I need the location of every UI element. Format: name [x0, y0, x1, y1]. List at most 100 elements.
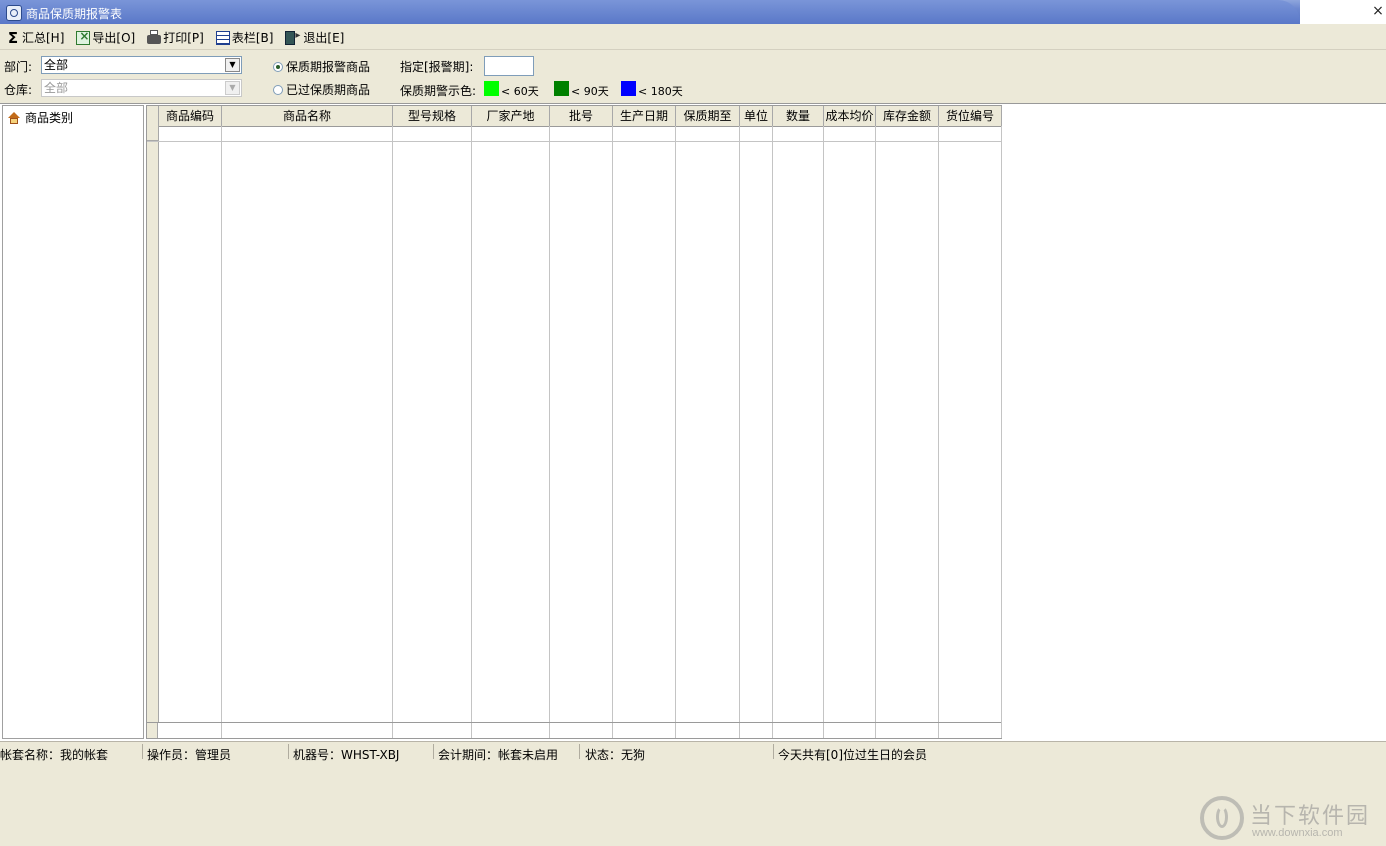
column-header[interactable]: 商品编码: [159, 106, 222, 126]
status-period: 会计期间：帐套未启用: [438, 748, 559, 762]
tree-root-label: 商品类别: [25, 111, 74, 125]
row-indicator-column: [147, 126, 159, 723]
summary-cell-divider: [675, 723, 676, 738]
filter-panel: 部门: 全部 ▼ 仓库: 全部 ▼ 保质期报警商品 已过保质期商品 指定[报警期…: [0, 52, 1386, 102]
dept-select-value: 全部: [44, 58, 69, 72]
status-bar: 帐套名称：我的帐套 操作员：管理员 机器号：WHST-XBJ 会计期间：帐套未启…: [0, 741, 1386, 762]
column-divider: [675, 126, 676, 723]
chevron-down-icon[interactable]: ▼: [225, 81, 240, 95]
period-input[interactable]: [484, 56, 534, 76]
print-button[interactable]: 打印[P]: [147, 28, 204, 48]
summary-cell-divider: [612, 723, 613, 738]
status-operator: 操作员：管理员: [147, 748, 232, 762]
warehouse-select-value: 全部: [44, 81, 69, 95]
color-swatch-60: [484, 81, 499, 96]
summary-cell-divider: [938, 723, 939, 738]
main-area: 商品类别 商品编码 商品名称 型号规格 厂家产地 批号 生产日期 保质期至 单位 数量 成本均价库…: [0, 103, 1386, 840]
column-divider: [772, 126, 773, 723]
column-divider: [612, 126, 613, 723]
grid-row[interactable]: [147, 141, 1001, 142]
status-birthday: 今天共有[0]位过生日的会员: [778, 748, 927, 762]
column-divider: [823, 126, 824, 723]
export-button-label: 导出[O]: [92, 31, 136, 45]
category-tree[interactable]: 商品类别: [2, 105, 144, 739]
status-separator: [433, 744, 434, 759]
home-icon: [7, 111, 21, 124]
close-icon[interactable]: ×: [1372, 3, 1384, 19]
column-header[interactable]: 批号: [550, 106, 613, 126]
column-header[interactable]: 单位: [740, 106, 773, 126]
export-button[interactable]: 导出[O]: [76, 28, 135, 48]
summary-cell-divider: [823, 723, 824, 738]
sigma-icon: Σ: [7, 28, 19, 47]
column-header[interactable]: 数量: [773, 106, 824, 126]
exit-door-icon: [285, 30, 300, 45]
watermark-brand: 当下软件园: [1250, 804, 1371, 829]
sum-button-label: 汇总[H]: [22, 31, 65, 45]
dept-select[interactable]: 全部 ▼: [41, 56, 242, 74]
column-divider: [549, 126, 550, 723]
summary-cell-divider: [221, 723, 222, 738]
title-bar: 商品保质期报警表 ×: [0, 0, 1386, 24]
column-header[interactable]: 保质期至: [676, 106, 740, 126]
watermark: 当下软件园 www.downxia.com: [1200, 796, 1380, 846]
status-state: 状态：无狗: [585, 748, 646, 762]
tree-root-item[interactable]: 商品类别: [7, 109, 73, 126]
color-swatch-180-label: < 180天: [638, 85, 683, 98]
status-separator: [288, 744, 289, 759]
chevron-down-icon[interactable]: ▼: [225, 58, 240, 72]
color-legend-label: 保质期警示色:: [400, 84, 477, 98]
exit-button[interactable]: 退出[E]: [285, 28, 344, 48]
summary-cell-divider: [471, 723, 472, 738]
summary-cell-divider: [549, 723, 550, 738]
column-header[interactable]: 商品名称: [222, 106, 393, 126]
excel-icon: [76, 29, 91, 45]
grid-corner: [147, 106, 159, 126]
window-title: 商品保质期报警表: [26, 7, 123, 21]
columns-button[interactable]: 表栏[B]: [215, 28, 274, 48]
column-divider: [875, 126, 876, 723]
column-header[interactable]: 库存金额: [876, 106, 939, 126]
goods-grid[interactable]: 商品编码 商品名称 型号规格 厂家产地 批号 生产日期 保质期至 单位 数量 成本均价 库存金额 货位…: [146, 105, 1002, 739]
title-bar-tab: [0, 0, 1300, 24]
column-header[interactable]: 型号规格: [393, 106, 472, 126]
column-header[interactable]: 厂家产地: [472, 106, 550, 126]
summary-cell-divider: [739, 723, 740, 738]
column-divider: [471, 126, 472, 723]
radio-warning-label: 保质期报警商品: [286, 60, 371, 74]
grid-header: 商品编码 商品名称 型号规格 厂家产地 批号 生产日期 保质期至 单位 数量 成本均价 库存金额 货位…: [147, 106, 1002, 127]
printer-icon: [147, 30, 162, 44]
summary-cell-divider: [392, 723, 393, 738]
column-divider: [739, 126, 740, 723]
summary-cell-divider: [875, 723, 876, 738]
status-machine: 机器号：WHST-XBJ: [293, 748, 400, 762]
color-swatch-90-label: < 90天: [571, 85, 609, 98]
toolbar: Σ 汇总[H] 导出[O] 打印[P] 表栏[B] 退出[E]: [0, 26, 1386, 50]
status-separator: [773, 744, 774, 759]
column-header[interactable]: 成本均价: [824, 106, 876, 126]
dept-label: 部门:: [4, 60, 33, 74]
column-header[interactable]: 生产日期: [613, 106, 676, 126]
warehouse-select[interactable]: 全部 ▼: [41, 79, 242, 97]
grid-summary-row: [147, 722, 1002, 738]
radio-warning-goods[interactable]: 保质期报警商品: [273, 58, 370, 75]
row-indicator[interactable]: [147, 126, 158, 141]
radio-unchecked-icon: [273, 84, 283, 95]
table-icon: [215, 30, 230, 45]
color-swatch-90: [554, 81, 569, 96]
radio-expired-label: 已过保质期商品: [286, 83, 371, 97]
app-icon: [6, 5, 22, 21]
column-divider: [392, 126, 393, 723]
column-divider: [1001, 126, 1002, 723]
column-divider: [938, 126, 939, 723]
status-account: 帐套名称：我的帐套: [0, 748, 109, 762]
period-label: 指定[报警期]:: [400, 60, 474, 74]
summary-indicator: [147, 723, 158, 738]
sum-button[interactable]: Σ 汇总[H]: [6, 28, 65, 48]
radio-expired-goods[interactable]: 已过保质期商品: [273, 81, 370, 98]
status-separator: [142, 744, 143, 759]
status-separator: [579, 744, 580, 759]
print-button-label: 打印[P]: [163, 31, 204, 45]
column-header[interactable]: 货位编号: [939, 106, 1002, 126]
columns-button-label: 表栏[B]: [231, 31, 274, 45]
